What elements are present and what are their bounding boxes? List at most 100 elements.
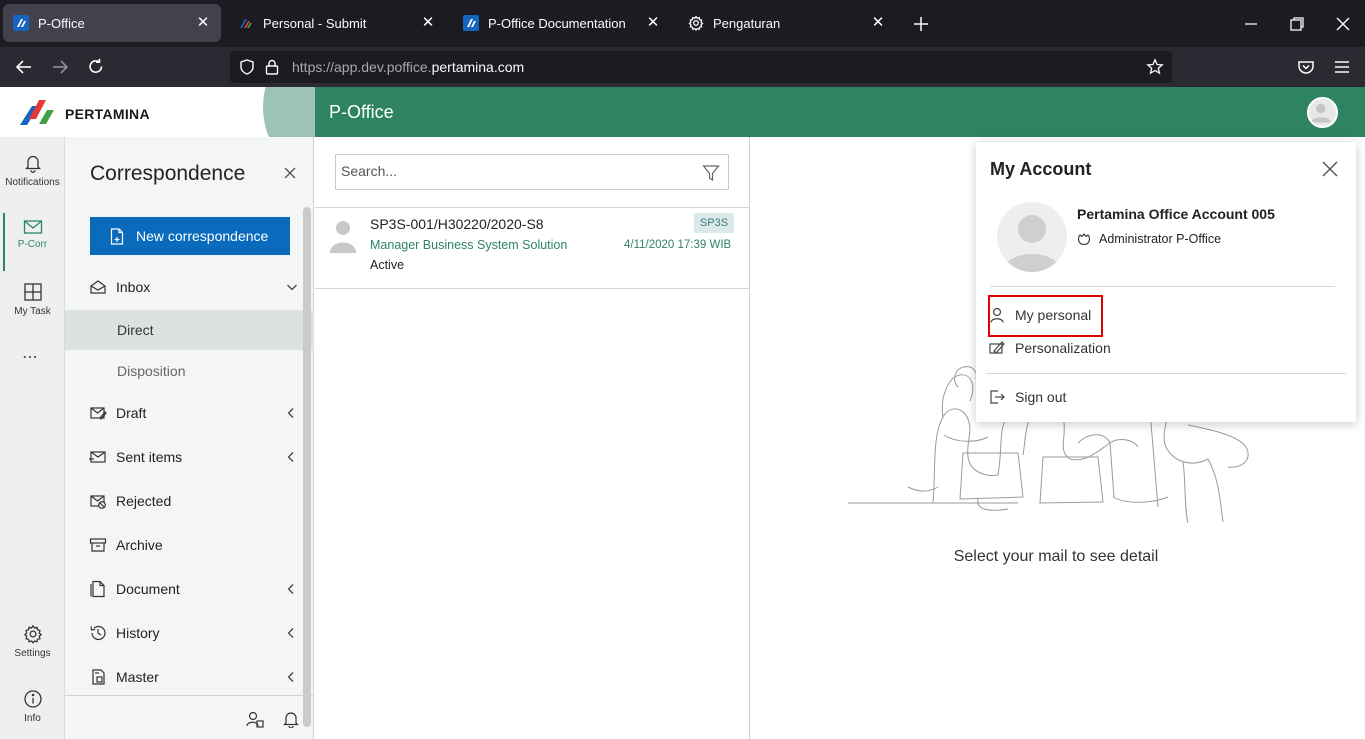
menu-item-archive[interactable]: Archive [65,525,303,565]
reload-icon[interactable] [86,57,106,77]
rail-label: Notifications [5,177,60,188]
gear-icon [23,624,42,644]
close-tab-icon[interactable]: ✕ [645,15,661,31]
menu-scrollbar[interactable] [303,207,311,727]
account-role: Administrator P-Office [1077,232,1221,246]
browser-nav-bar: https://app.dev.poffice.pertamina.com [0,47,1365,87]
browser-tab-bar: P-Office ✕ Personal - Submit ✕ P-Office … [0,0,1365,47]
minimize-icon[interactable] [1241,14,1261,34]
close-tab-icon[interactable]: ✕ [420,15,436,31]
gear-icon [688,15,704,31]
menu-item-master[interactable]: Master [65,657,303,697]
filter-icon[interactable] [702,164,720,182]
logo-area: PERTAMINA [0,87,315,137]
shield-icon[interactable] [238,58,256,76]
sender-avatar-icon [330,221,356,253]
close-account-panel-icon[interactable] [1320,159,1340,179]
chevron-left-icon [287,452,294,462]
forward-icon[interactable] [50,57,70,77]
rail-label: Info [24,713,41,724]
highlight-box [988,295,1103,337]
p-office-favicon [13,15,29,31]
close-menu-icon[interactable] [282,165,298,181]
hamburger-menu-icon[interactable] [1332,57,1352,77]
url-text[interactable]: https://app.dev.poffice.pertamina.com [292,59,524,75]
menu-label: Inbox [116,279,151,295]
menu-label: Document [116,581,180,597]
menu-item-draft[interactable]: Draft [65,393,303,433]
tab-title: P-Office [38,15,85,31]
menu-item-inbox[interactable]: Inbox [65,267,303,307]
mail-list-item[interactable]: SP3S-001/H30220/2020-S8 Manager Business… [315,207,749,289]
chevron-down-icon [287,284,297,291]
draft-icon [90,407,107,420]
chevron-left-icon [287,628,294,638]
menu-label: Disposition [117,363,186,379]
close-window-icon[interactable] [1333,14,1353,34]
inbox-icon [90,280,106,294]
menu-label: Sent items [116,449,183,465]
sent-icon [89,451,106,463]
star-icon[interactable] [1146,58,1164,76]
mail-type-badge: SP3S [694,213,734,233]
divider [990,286,1335,287]
menu-item-disposition[interactable]: Disposition [65,351,314,391]
archive-icon [89,538,107,552]
tab-pengaturan[interactable]: Pengaturan ✕ [678,4,896,42]
new-tab-icon[interactable] [911,14,931,34]
rail-label: My Task [14,306,51,317]
new-correspondence-button[interactable]: New correspondence [90,217,290,255]
close-tab-icon[interactable]: ✕ [870,15,886,31]
user-settings-icon[interactable] [246,710,264,728]
history-icon [90,625,106,641]
my-account-panel: My Account Pertamina Office Account 005 … [976,142,1356,422]
rejected-icon [90,495,106,509]
menu-item-rejected[interactable]: Rejected [65,481,303,521]
search-input[interactable] [341,163,681,179]
menu-item-document[interactable]: Document [65,569,303,609]
menu-footer [65,695,314,739]
app-header: PERTAMINA P-Office [0,87,1365,137]
restore-icon[interactable] [1287,14,1307,34]
rail-item-p-corr[interactable]: P-Corr [0,213,65,271]
menu-label: Master [116,669,159,685]
personalization-link[interactable]: Personalization [988,333,1111,363]
bell-icon [24,155,41,173]
menu-item-sent-items[interactable]: Sent items [65,437,303,477]
pocket-icon[interactable] [1296,57,1316,77]
close-tab-icon[interactable]: ✕ [195,15,211,31]
pertamina-favicon [240,19,252,28]
menu-item-history[interactable]: History [65,613,303,653]
menu-item-direct[interactable]: Direct [65,310,314,350]
mail-date: 4/11/2020 17:39 WIB [624,239,732,251]
menu-label: Draft [116,405,147,421]
rail-item-my-task[interactable]: My Task [0,282,65,317]
rail-item-settings[interactable]: Settings [0,624,65,659]
empty-state-message: Select your mail to see detail [953,548,1159,565]
correspondence-menu: Correspondence New correspondence Inbox … [65,137,314,739]
lock-icon[interactable] [264,58,280,76]
url-bar[interactable]: https://app.dev.poffice.pertamina.com [230,51,1172,83]
chevron-left-icon [287,672,294,682]
sign-out-link[interactable]: Sign out [988,382,1066,412]
rail-more-icon[interactable]: ⋯ [22,347,41,367]
menu-label: Archive [116,537,163,553]
mail-sender: Manager Business System Solution [370,238,568,252]
app-rail: Notifications P-Corr My Task ⋯ Settings … [0,137,65,739]
document-icon [90,580,105,598]
header-curve-decoration [263,87,315,137]
account-item-label: Sign out [1015,389,1067,405]
tab-personal-submit[interactable]: Personal - Submit ✕ [228,4,446,42]
new-button-label: New correspondence [136,228,269,244]
account-item-label: Personalization [1015,340,1111,356]
rail-item-info[interactable]: Info [0,689,65,724]
user-avatar-button[interactable] [1307,97,1338,128]
app-title: P-Office [329,102,394,122]
pertamina-logo-icon[interactable] [19,97,61,127]
tab-p-office-documentation[interactable]: P-Office Documentation ✕ [453,4,671,42]
account-name: Pertamina Office Account 005 [1077,206,1275,222]
bell-icon[interactable] [282,710,300,728]
tab-p-office[interactable]: P-Office ✕ [3,4,221,42]
rail-item-notifications[interactable]: Notifications [0,153,65,188]
back-icon[interactable] [14,57,34,77]
